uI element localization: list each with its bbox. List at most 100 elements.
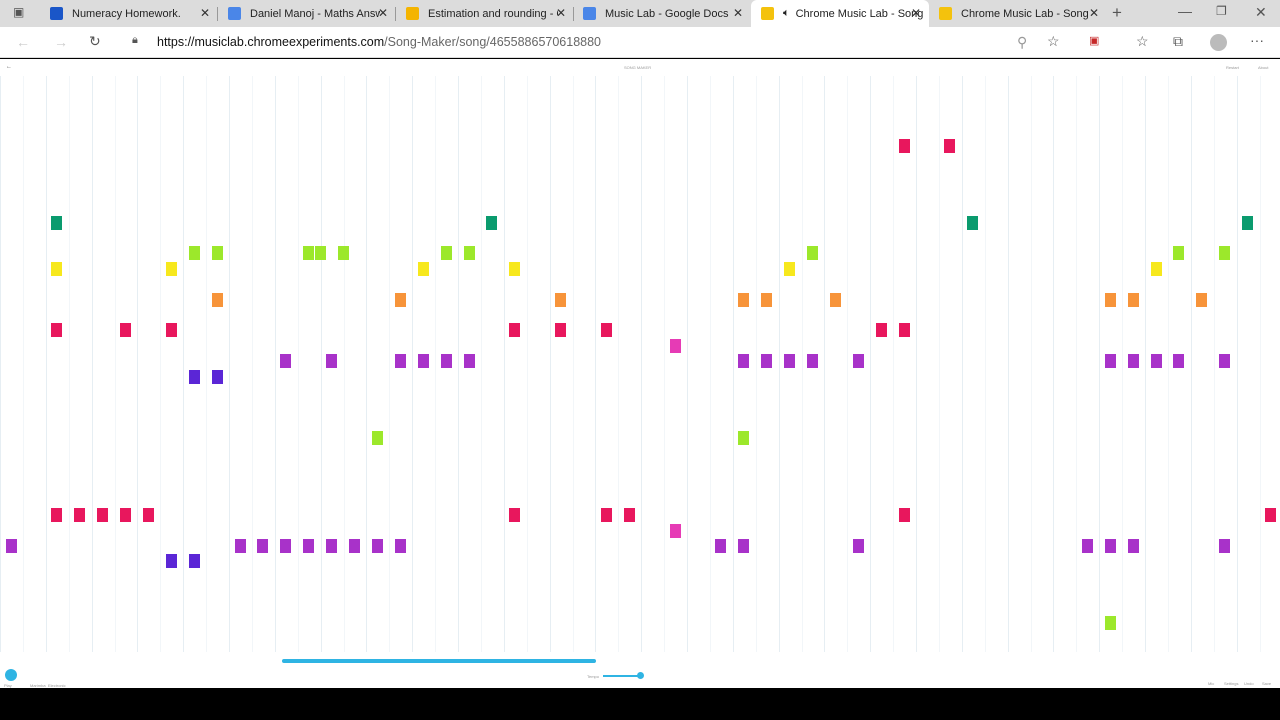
note[interactable] xyxy=(440,354,452,369)
note[interactable] xyxy=(1081,539,1093,553)
note[interactable] xyxy=(51,323,63,338)
reload-button[interactable]: ↻ xyxy=(89,33,101,50)
note[interactable] xyxy=(555,323,567,338)
note[interactable] xyxy=(303,539,315,553)
note[interactable] xyxy=(738,354,750,369)
note[interactable] xyxy=(898,138,910,153)
note[interactable] xyxy=(349,539,360,553)
note[interactable] xyxy=(165,554,177,569)
note[interactable] xyxy=(715,539,727,553)
note[interactable] xyxy=(1150,261,1162,276)
url-input[interactable]: https://musiclab.chromeexperiments.com/S… xyxy=(157,35,601,49)
back-button[interactable]: ← xyxy=(16,34,30,50)
note-grid[interactable] xyxy=(0,76,1280,652)
tab[interactable]: Daniel Manoj - Maths Answ ✕ xyxy=(218,0,396,27)
note[interactable] xyxy=(303,246,315,261)
note[interactable] xyxy=(1196,292,1208,307)
zoom-icon[interactable]: ⚲ xyxy=(1017,34,1027,51)
note[interactable] xyxy=(371,539,383,553)
note[interactable] xyxy=(280,354,292,369)
note[interactable] xyxy=(97,508,109,523)
note[interactable] xyxy=(211,246,223,261)
note[interactable] xyxy=(852,539,864,553)
close-tab-icon[interactable]: ✕ xyxy=(1089,6,1099,20)
tempo-slider-handle[interactable] xyxy=(637,672,644,679)
note[interactable] xyxy=(944,138,956,153)
note[interactable] xyxy=(326,539,338,553)
settings-button[interactable]: Settings xyxy=(1224,681,1238,686)
note[interactable] xyxy=(1127,354,1139,369)
instrument-button[interactable]: Marimba xyxy=(30,683,46,688)
note[interactable] xyxy=(829,292,841,307)
note[interactable] xyxy=(1173,354,1185,369)
note[interactable] xyxy=(784,261,796,276)
note[interactable] xyxy=(898,323,910,338)
close-window-button[interactable]: ✕ xyxy=(1255,4,1267,21)
note[interactable] xyxy=(1219,539,1231,553)
back-arrow-icon[interactable]: ← xyxy=(6,64,12,70)
note[interactable] xyxy=(211,369,223,384)
mic-button[interactable]: Mic xyxy=(1208,681,1214,686)
note[interactable] xyxy=(234,539,246,553)
note[interactable] xyxy=(463,354,475,369)
speaker-icon[interactable]: 🔈︎ xyxy=(783,7,790,20)
tab[interactable]: 🔈︎ Chrome Music Lab - Song Maker✕ xyxy=(751,0,929,27)
note[interactable] xyxy=(142,508,154,523)
note[interactable] xyxy=(669,338,681,353)
note[interactable] xyxy=(337,246,349,261)
note[interactable] xyxy=(120,323,131,338)
close-tab-icon[interactable]: ✕ xyxy=(911,6,921,20)
note[interactable] xyxy=(463,246,475,261)
note[interactable] xyxy=(555,292,567,307)
note[interactable] xyxy=(738,539,750,553)
note[interactable] xyxy=(1150,354,1162,369)
note[interactable] xyxy=(1265,508,1276,523)
tempo-slider[interactable] xyxy=(603,675,640,677)
note[interactable] xyxy=(371,431,383,446)
note[interactable] xyxy=(1104,292,1116,307)
note[interactable] xyxy=(898,508,910,523)
note[interactable] xyxy=(394,354,406,369)
note[interactable] xyxy=(600,508,612,523)
add-favorite-icon[interactable]: ☆ xyxy=(1047,33,1060,50)
note[interactable] xyxy=(486,215,498,230)
collections-icon[interactable]: ⧉ xyxy=(1173,33,1183,50)
note[interactable] xyxy=(394,539,406,553)
note[interactable] xyxy=(852,354,864,369)
close-tab-icon[interactable]: ✕ xyxy=(733,6,743,20)
note[interactable] xyxy=(74,508,86,523)
note[interactable] xyxy=(1173,246,1185,261)
tab[interactable]: Music Lab - Google Docs ✕ xyxy=(573,0,751,27)
note[interactable] xyxy=(51,508,63,523)
note[interactable] xyxy=(875,323,887,338)
note[interactable] xyxy=(211,292,223,307)
save-button[interactable]: Save xyxy=(1262,681,1271,686)
note[interactable] xyxy=(1104,616,1116,630)
close-tab-icon[interactable]: ✕ xyxy=(378,6,388,20)
about-button[interactable]: About xyxy=(1258,65,1268,70)
minimize-button[interactable]: — xyxy=(1178,3,1192,19)
play-button[interactable] xyxy=(5,669,17,681)
note[interactable] xyxy=(188,554,200,569)
close-tab-icon[interactable]: ✕ xyxy=(200,6,210,20)
note[interactable] xyxy=(1242,215,1254,230)
tab[interactable]: Numeracy Homework. ✕ xyxy=(40,0,218,27)
note[interactable] xyxy=(417,261,429,276)
tab[interactable]: Estimation and rounding - G ✕ xyxy=(396,0,574,27)
undo-button[interactable]: Undo xyxy=(1244,681,1254,686)
note[interactable] xyxy=(165,261,177,276)
forward-button[interactable]: → xyxy=(54,34,68,50)
note[interactable] xyxy=(1104,354,1116,369)
note[interactable] xyxy=(1127,539,1139,553)
note[interactable] xyxy=(257,539,269,553)
profile-avatar[interactable] xyxy=(1210,34,1227,51)
note[interactable] xyxy=(761,292,773,307)
note[interactable] xyxy=(120,508,131,523)
note[interactable] xyxy=(761,354,773,369)
note[interactable] xyxy=(600,323,612,338)
note[interactable] xyxy=(509,323,521,338)
note[interactable] xyxy=(51,215,63,230)
note[interactable] xyxy=(394,292,406,307)
note[interactable] xyxy=(509,261,521,276)
note[interactable] xyxy=(509,508,521,523)
